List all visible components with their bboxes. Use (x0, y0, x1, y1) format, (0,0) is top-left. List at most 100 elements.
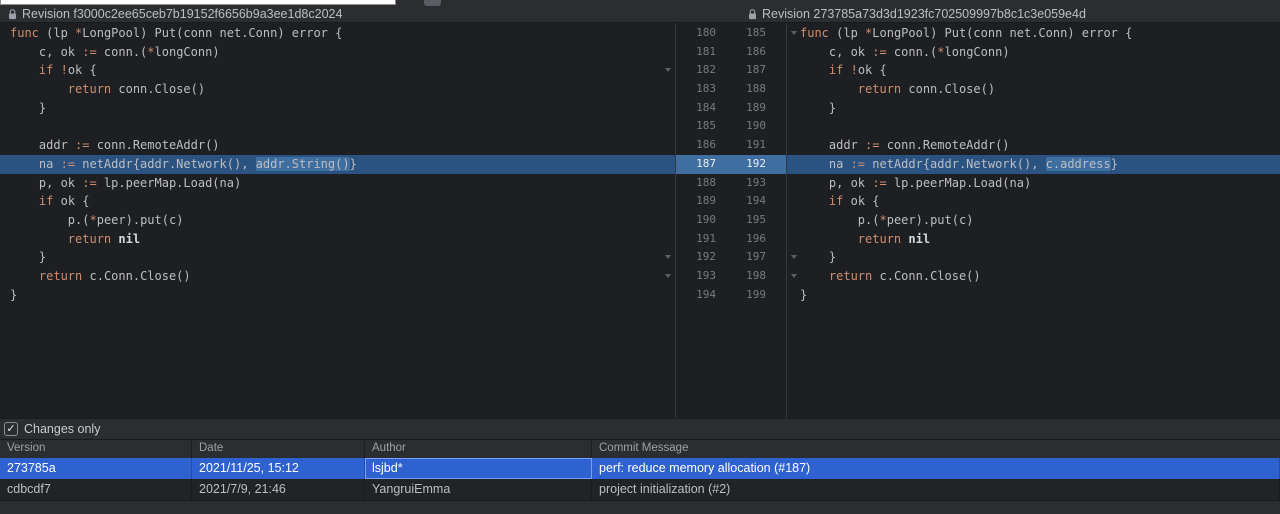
code-token: LongPool) Put(conn net.Conn) error { (872, 26, 1132, 40)
code-token: c, ok (800, 45, 872, 59)
code-line[interactable]: addr := conn.RemoteAddr() (787, 136, 1280, 155)
cell-date[interactable]: 2021/11/25, 15:12 (192, 458, 365, 479)
line-number-left: 194 (676, 286, 716, 305)
line-number-left: 188 (676, 174, 716, 193)
code-line[interactable]: } (787, 99, 1280, 118)
cell-version[interactable]: cdbcdf7 (0, 479, 192, 500)
code-token: * (89, 213, 96, 227)
line-number-right: 194 (738, 192, 766, 211)
gutter-row: 188193 (676, 174, 786, 193)
code-line[interactable]: if !ok { (787, 61, 1280, 80)
code-line[interactable] (787, 117, 1280, 136)
code-line[interactable]: } (787, 286, 1280, 305)
code-line[interactable]: return conn.Close() (787, 80, 1280, 99)
code-line[interactable]: p.(*peer).put(c) (787, 211, 1280, 230)
code-line[interactable]: p, ok := lp.peerMap.Load(na) (787, 174, 1280, 193)
fold-icon[interactable] (791, 274, 797, 278)
changes-only-label[interactable]: Changes only (24, 422, 100, 436)
code-line[interactable]: return c.Conn.Close() (787, 267, 1280, 286)
code-line[interactable] (0, 117, 675, 136)
code-token: conn.( (97, 45, 148, 59)
bottom-strip (0, 500, 1280, 514)
code-line[interactable]: return conn.Close() (0, 80, 675, 99)
line-number-left: 193 (676, 267, 716, 286)
code-line[interactable]: return c.Conn.Close() (0, 267, 675, 286)
cell-author[interactable]: YangruiEmma (365, 479, 592, 500)
code-token: lp.peerMap.Load(na) (97, 176, 242, 190)
gutter-row: 184 189 (676, 99, 786, 118)
code-token: c.Conn.Close() (872, 269, 980, 283)
column-author[interactable]: Author (365, 440, 592, 458)
lock-icon (8, 9, 17, 20)
fold-icon[interactable] (791, 31, 797, 35)
code-line[interactable]: c, ok := conn.(*longConn) (787, 43, 1280, 62)
code-line[interactable]: c, ok := conn.(*longConn) (0, 43, 675, 62)
line-number-right: 195 (738, 211, 766, 230)
code-line[interactable]: } (787, 248, 1280, 267)
code-line[interactable]: na := netAddr{addr.Network(), addr.Strin… (0, 155, 675, 174)
cell-author[interactable]: lsjbd* (365, 458, 592, 479)
code-line[interactable]: addr := conn.RemoteAddr() (0, 136, 675, 155)
gutter-row: 185190 (676, 117, 786, 136)
cell-message[interactable]: perf: reduce memory allocation (#187) (592, 458, 1280, 479)
column-date[interactable]: Date (192, 440, 365, 458)
cell-date[interactable]: 2021/7/9, 21:46 (192, 479, 365, 500)
code-token (10, 82, 68, 96)
code-line[interactable]: if ok { (787, 192, 1280, 211)
history-row[interactable]: 273785a2021/11/25, 15:12lsjbd*perf: redu… (0, 458, 1280, 479)
code-token: if (39, 194, 61, 208)
code-token: return (858, 232, 909, 246)
code-token: ok { (851, 194, 880, 208)
line-number-left: 183 (676, 80, 716, 99)
code-line[interactable]: p.(*peer).put(c) (0, 211, 675, 230)
code-token: ok { (68, 63, 97, 77)
fold-icon[interactable] (791, 255, 797, 259)
code-line[interactable]: } (0, 248, 675, 267)
code-line[interactable]: } (0, 286, 675, 305)
cell-version[interactable]: 273785a (0, 458, 192, 479)
line-numbers: 1801851811861821871831881841891851901861… (676, 23, 786, 304)
gutter-row: 182187 (676, 61, 786, 80)
code-line[interactable]: return nil (787, 230, 1280, 249)
left-editor[interactable]: func (lp *LongPool) Put(conn net.Conn) e… (0, 23, 675, 418)
code-token: peer).put(c) (887, 213, 974, 227)
code-token: return (39, 269, 82, 283)
diff-window: Revision f3000c2ee65ceb7b19152f6656b9a3e… (0, 0, 1280, 514)
line-number-left: 185 (676, 117, 716, 136)
fold-icon[interactable] (665, 255, 671, 259)
cell-message[interactable]: project initialization (#2) (592, 479, 1280, 500)
gutter-row: 190195 (676, 211, 786, 230)
code-line[interactable]: func (lp *LongPool) Put(conn net.Conn) e… (0, 24, 675, 43)
left-revision-title: Revision f3000c2ee65ceb7b19152f6656b9a3e… (22, 7, 342, 21)
code-token: peer).put(c) (97, 213, 184, 227)
code-token: } (350, 157, 357, 171)
clipped-input-fragment (0, 0, 396, 5)
code-token: netAddr{addr.Network(), (865, 157, 1046, 171)
column-message[interactable]: Commit Message (592, 440, 1280, 458)
code-token: } (10, 288, 17, 302)
code-token: func (10, 26, 46, 40)
line-number-left: 184 (676, 99, 716, 118)
right-editor[interactable]: func (lp *LongPool) Put(conn net.Conn) e… (787, 23, 1280, 418)
code-line[interactable]: if !ok { (0, 61, 675, 80)
gutter-row: 194199 (676, 286, 786, 305)
code-line[interactable]: if ok { (0, 192, 675, 211)
code-line[interactable]: func (lp *LongPool) Put(conn net.Conn) e… (787, 24, 1280, 43)
column-version[interactable]: Version (0, 440, 192, 458)
changes-only-checkbox[interactable]: ✓ (4, 422, 18, 436)
code-token: ok { (858, 63, 887, 77)
code-line[interactable]: na := netAddr{addr.Network(), c.address} (787, 155, 1280, 174)
code-token: p.( (10, 213, 89, 227)
line-number-right: 197 (738, 248, 766, 267)
line-number-left: 182 (676, 61, 716, 80)
code-line[interactable]: } (0, 99, 675, 118)
code-token: } (800, 288, 807, 302)
code-line[interactable]: p, ok := lp.peerMap.Load(na) (0, 174, 675, 193)
code-token: addr (800, 138, 865, 152)
code-token: c.address (1046, 157, 1111, 171)
code-line[interactable]: return nil (0, 230, 675, 249)
line-number-right: 189 (738, 99, 766, 118)
fold-icon[interactable] (665, 274, 671, 278)
fold-icon[interactable] (665, 68, 671, 72)
history-row[interactable]: cdbcdf72021/7/9, 21:46YangruiEmmaproject… (0, 479, 1280, 500)
